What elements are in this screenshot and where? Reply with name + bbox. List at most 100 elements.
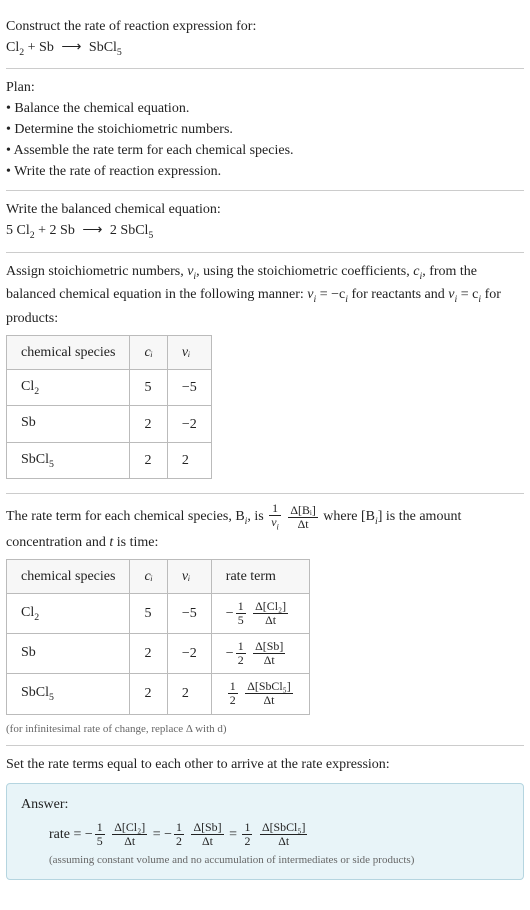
cell-species: Sb	[7, 634, 130, 674]
text: 2	[34, 612, 39, 623]
cell-vi: 2	[167, 674, 211, 714]
text: Cl	[21, 605, 34, 620]
numerator: Δ[Bᵢ]	[288, 504, 317, 518]
frac-coef: 12	[174, 821, 184, 848]
equals-sign: =	[229, 827, 240, 842]
cell-rate-term: 12 Δ[SbCl₅]Δt	[211, 674, 309, 714]
col-ci: cᵢ	[130, 335, 167, 369]
cell-species: SbCl5	[7, 442, 130, 478]
frac-delta: Δ[SbCl₅]Δt	[260, 821, 308, 848]
denominator: 2	[174, 835, 184, 848]
table-row: Cl2 5 −5	[7, 369, 212, 405]
denominator: Δt	[288, 518, 317, 531]
denominator: 2	[228, 694, 238, 707]
denominator: 2	[236, 654, 246, 667]
col-vi: νᵢ	[167, 335, 211, 369]
cell-ci: 2	[130, 634, 167, 674]
cell-ci: 2	[130, 406, 167, 442]
frac-coef: 12	[228, 680, 238, 707]
plan-title: Plan:	[6, 77, 524, 98]
rate-term-section: The rate term for each chemical species,…	[6, 494, 524, 746]
fraction-delta-b-over-t: Δ[Bᵢ]Δt	[288, 504, 317, 531]
table-row: Cl2 5 −5 −15 Δ[Cl₂]Δt	[7, 594, 310, 634]
numerator: 1	[269, 502, 281, 516]
balanced-intro: Write the balanced chemical equation:	[6, 199, 524, 220]
bal-plus-2sb: + 2 Sb	[35, 223, 79, 238]
numerator: Δ[Sb]	[191, 821, 223, 835]
rate-equals: rate =	[49, 827, 85, 842]
cell-ci: 5	[130, 594, 167, 634]
denominator: Δt	[191, 835, 223, 848]
denominator: Δt	[253, 614, 288, 627]
numerator: Δ[Sb]	[253, 640, 285, 654]
reaction-arrow-icon: ⟶	[82, 220, 102, 241]
minus-sign: −	[164, 827, 172, 842]
numerator: 1	[228, 680, 238, 694]
text: = c	[457, 287, 478, 302]
bal-5cl2: 5 Cl	[6, 223, 30, 238]
prompt-equation: Cl2 + Sb ⟶ SbCl5	[6, 37, 524, 60]
reaction-arrow-icon: ⟶	[61, 37, 81, 58]
cell-vi: −2	[167, 634, 211, 674]
cell-vi: −5	[167, 594, 211, 634]
final-section: Set the rate terms equal to each other t…	[6, 746, 524, 888]
text: Assign stoichiometric numbers,	[6, 264, 187, 279]
text: SbCl	[21, 452, 49, 467]
eq-sbcl5: SbCl	[85, 40, 117, 55]
frac-delta: Δ[SbCl₅]Δt	[245, 680, 293, 707]
rate-term-table: chemical species cᵢ νᵢ rate term Cl2 5 −…	[6, 559, 310, 715]
cell-ci: 2	[130, 674, 167, 714]
denominator: 5	[236, 614, 246, 627]
frac-delta: Δ[Cl₂]Δt	[253, 600, 288, 627]
plan-list: Balance the chemical equation. Determine…	[6, 98, 524, 182]
cell-vi: 2	[167, 442, 211, 478]
fraction-1-over-nu: 1νi	[269, 502, 281, 532]
denominator: Δt	[253, 654, 285, 667]
plan-item: Determine the stoichiometric numbers.	[6, 119, 524, 140]
text: Cl	[21, 379, 34, 394]
bal-sbcl5-sub: 5	[148, 230, 153, 241]
equals-sign: =	[153, 827, 164, 842]
cell-ci: 5	[130, 369, 167, 405]
denominator: νi	[269, 516, 281, 532]
frac-coef: 15	[95, 821, 105, 848]
stoich-section: Assign stoichiometric numbers, νi, using…	[6, 253, 524, 494]
denominator: 5	[95, 835, 105, 848]
frac-delta: Δ[Cl₂]Δt	[112, 821, 147, 848]
minus-sign: −	[226, 606, 234, 621]
stoich-table: chemical species cᵢ νᵢ Cl2 5 −5 Sb 2 −2 …	[6, 335, 212, 479]
numerator: Δ[SbCl₅]	[260, 821, 308, 835]
plan-section: Plan: Balance the chemical equation. Det…	[6, 69, 524, 191]
table-row: Sb 2 −2 −12 Δ[Sb]Δt	[7, 634, 310, 674]
cell-vi: −5	[167, 369, 211, 405]
rate-expression: rate = −15 Δ[Cl₂]Δt = −12 Δ[Sb]Δt = 12 Δ…	[49, 821, 509, 848]
frac-coef: 12	[242, 821, 252, 848]
text: νᵢ	[182, 569, 190, 584]
numerator: Δ[SbCl₅]	[245, 680, 293, 694]
text: = −c	[316, 287, 345, 302]
plan-item: Write the rate of reaction expression.	[6, 161, 524, 182]
cell-species: Cl2	[7, 369, 130, 405]
text: is time:	[113, 535, 158, 550]
text: where [B	[323, 509, 375, 524]
infinitesimal-note: (for infinitesimal rate of change, repla…	[6, 721, 524, 738]
denominator: Δt	[260, 835, 308, 848]
numerator: 1	[236, 640, 246, 654]
text: for reactants and	[348, 287, 448, 302]
eq-sbcl5-sub: 5	[117, 47, 122, 58]
minus-sign: −	[85, 827, 93, 842]
col-species: chemical species	[7, 335, 130, 369]
cell-species: SbCl5	[7, 674, 130, 714]
col-vi: νᵢ	[167, 560, 211, 594]
text: Sb	[21, 645, 36, 660]
prompt-intro: Construct the rate of reaction expressio…	[6, 16, 524, 37]
cell-species: Cl2	[7, 594, 130, 634]
denominator: Δt	[245, 694, 293, 707]
text: cᵢ	[144, 345, 152, 360]
text: Sb	[21, 415, 36, 430]
answer-label: Answer:	[21, 794, 509, 815]
bal-2sbcl5: 2 SbCl	[106, 223, 148, 238]
text: The rate term for each chemical species,…	[6, 509, 245, 524]
balanced-section: Write the balanced chemical equation: 5 …	[6, 191, 524, 252]
text: 5	[49, 692, 54, 703]
